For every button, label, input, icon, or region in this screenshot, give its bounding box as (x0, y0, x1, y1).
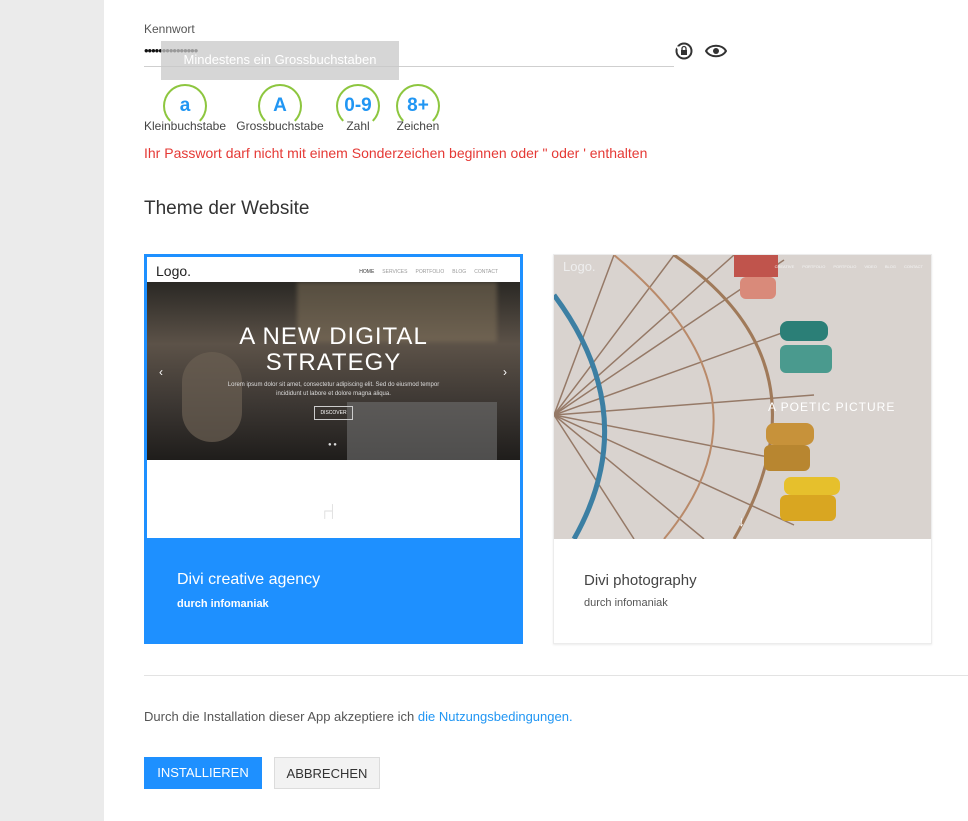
preview-headline-line: STRATEGY (265, 349, 402, 376)
preview-body-text: Lorem ipsum dolor sit amet, consectetur … (227, 382, 440, 397)
eye-icon[interactable] (705, 40, 727, 62)
preview-headline-line: A NEW DIGITAL (239, 323, 428, 350)
left-sidebar (0, 0, 105, 821)
theme-card-creative-agency[interactable]: Logo. HOME SERVICES PORTFOLIO BLOG CONTA… (144, 254, 523, 644)
requirement-lowercase: a Kleinbuchstabe (137, 84, 233, 133)
theme-author: durch infomaniak (584, 597, 668, 609)
preview-nav: CREATIVE PORTFOLIO PORTFOLIO VIDEO BLOG … (775, 264, 923, 269)
preview-tagline: A POETIC PICTURE (768, 400, 896, 414)
preview-logo: Logo. (156, 263, 192, 279)
theme-name: Divi creative agency (177, 571, 321, 588)
theme-name: Divi photography (584, 572, 697, 589)
preview-nav-item: BLOG (884, 264, 896, 269)
theme-author: durch infomaniak (177, 598, 269, 610)
requirement-length: 8+ Zeichen (370, 84, 466, 133)
password-tooltip: Mindestens ein Grossbuchstaben (161, 41, 399, 80)
theme-preview-image: Logo. HOME SERVICES PORTFOLIO BLOG CONTA… (147, 257, 520, 538)
cancel-button[interactable]: ABBRECHEN (274, 757, 380, 789)
divider (144, 675, 968, 676)
preview-nav-item: HOME (359, 269, 375, 275)
preview-nav-item: VIDEO (864, 264, 877, 269)
theme-preview-image: Logo. CREATIVE PORTFOLIO PORTFOLIO VIDEO… (554, 255, 931, 539)
install-button[interactable]: INSTALLIEREN (144, 757, 262, 789)
slider-dots-icon: ● ● (328, 442, 337, 448)
preview-nav-item: CONTACT (903, 264, 923, 269)
terms-text: Durch die Installation dieser App akzept… (144, 709, 573, 724)
chevron-left-icon: ‹ (159, 365, 163, 379)
preview-cta: DISCOVER (314, 406, 353, 420)
theme-section-title: Theme der Website (144, 198, 310, 219)
chair-icon: ⑁ (322, 499, 336, 524)
password-error-message: Ihr Passwort darf nicht mit einem Sonder… (144, 145, 648, 161)
preview-nav-item: PORTFOLIO (415, 269, 445, 275)
ferris-wheel-image (554, 255, 840, 539)
terms-prefix: Durch die Installation dieser App akzept… (144, 709, 418, 724)
chevron-right-icon: › (503, 365, 507, 379)
lock-reset-icon[interactable] (673, 40, 695, 62)
arrow-down-icon: ↓ (738, 513, 745, 529)
password-label: Kennwort (144, 22, 195, 36)
preview-nav-item: PORTFOLIO (802, 264, 826, 269)
install-form: Kennwort ••••••••••••••• Mindestens ein … (104, 0, 968, 821)
preview-nav-item: BLOG (452, 269, 467, 275)
preview-nav-item: SERVICES (382, 269, 408, 275)
preview-nav-item: CONTACT (474, 269, 498, 275)
requirement-label: Zeichen (396, 119, 440, 133)
preview-headline: A NEW DIGITAL STRATEGY (147, 324, 520, 376)
requirement-label: Kleinbuchstabe (143, 119, 227, 133)
preview-nav-item: PORTFOLIO (833, 264, 857, 269)
preview-nav: HOME SERVICES PORTFOLIO BLOG CONTACT (359, 269, 498, 275)
preview-hero: A NEW DIGITAL STRATEGY Lorem ipsum dolor… (147, 282, 520, 460)
theme-card-photography[interactable]: Logo. CREATIVE PORTFOLIO PORTFOLIO VIDEO… (553, 254, 932, 644)
preview-nav-item: CREATIVE (774, 264, 795, 269)
terms-link[interactable]: die Nutzungsbedingungen. (418, 709, 573, 724)
preview-logo: Logo. (563, 259, 596, 274)
